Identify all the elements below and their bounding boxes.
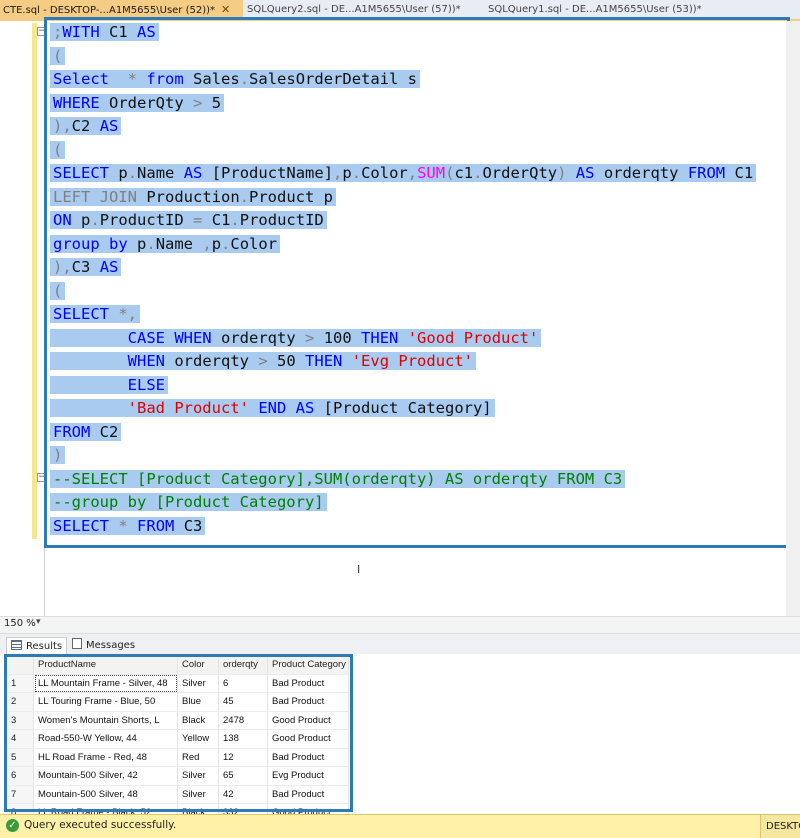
tab-results[interactable]: Results	[6, 637, 68, 655]
grid-icon	[11, 640, 22, 650]
tab-messages-label: Messages	[86, 640, 136, 651]
status-bar: ✓ Query executed successfully. DESKTO	[0, 814, 800, 838]
tab-label: CTE.sql - DESKTOP-...A1M5655\User (52))*	[3, 5, 216, 16]
zoom-level[interactable]: 150 %	[4, 618, 36, 629]
tab-label: SQLQuery1.sql - DE...A1M5655\User (53))*	[488, 4, 702, 15]
change-margin	[32, 23, 37, 539]
results-tab-bar: Results Messages	[0, 634, 800, 655]
messages-icon	[72, 638, 82, 649]
status-server: DESKTO	[760, 815, 800, 838]
annotation-box-query	[44, 17, 790, 548]
tab-messages[interactable]: Messages	[68, 637, 139, 654]
text-cursor-icon: I	[357, 563, 361, 576]
chevron-down-icon[interactable]: ▾	[36, 617, 41, 627]
annotation-box-results	[4, 654, 353, 812]
zoom-bar: 150 % ▾	[0, 616, 800, 634]
query-editor[interactable]: − − ;WITH C1 AS ( Select * from Sales.Sa…	[0, 17, 800, 616]
check-circle-icon: ✓	[6, 819, 19, 832]
status-message: Query executed successfully.	[24, 819, 177, 831]
tab-label: SQLQuery2.sql - DE...A1M5655\User (57))*	[247, 4, 461, 15]
tab-results-label: Results	[26, 641, 63, 652]
vertical-scrollbar[interactable]	[786, 21, 800, 616]
